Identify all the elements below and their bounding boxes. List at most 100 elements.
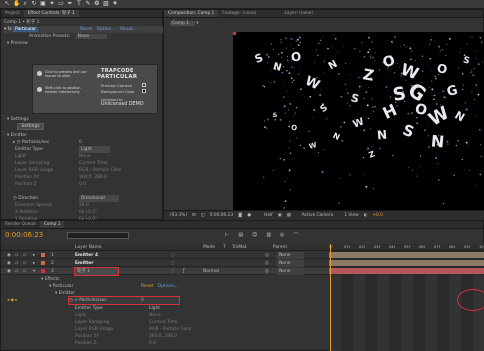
- layer-1-duration-bar[interactable]: [329, 252, 484, 258]
- grid-icon[interactable]: ⊞: [192, 213, 196, 218]
- zoom-tool-icon[interactable]: ⌕: [22, 1, 28, 7]
- layer-name[interactable]: Emitter: [75, 260, 93, 267]
- mask-tool-icon[interactable]: ▭: [58, 1, 64, 7]
- solo-switch-icon[interactable]: ◌: [171, 252, 175, 259]
- puppet-tool-icon[interactable]: ✷: [112, 1, 118, 7]
- visibility-eye-icon[interactable]: ◉: [7, 268, 11, 275]
- layer-label-color[interactable]: [41, 253, 45, 257]
- comp-breadcrumb[interactable]: Comp 1 ▾: [170, 20, 199, 27]
- pan-behind-tool-icon[interactable]: ✦: [49, 1, 55, 7]
- selection-tool-icon[interactable]: ↖: [4, 1, 10, 7]
- col-trkmat[interactable]: TrkMat: [232, 244, 247, 251]
- layer-label-color[interactable]: [41, 269, 45, 273]
- layer-parent-dropdown[interactable]: None: [277, 252, 305, 259]
- tab-comp-1[interactable]: Comp 1: [39, 221, 65, 228]
- audio-icon[interactable]: ▫: [15, 260, 18, 267]
- magnification-dropdown[interactable]: (93.3%): [170, 213, 187, 218]
- chevron-down-icon[interactable]: ▾: [196, 21, 198, 26]
- comp-1-crumb[interactable]: Comp 1: [170, 21, 196, 26]
- lock-icon[interactable]: ▫: [23, 252, 26, 259]
- emitter-section[interactable]: ▾ Emitter: [7, 132, 27, 139]
- fx-switch-icon[interactable]: ƒ: [183, 268, 185, 275]
- lock-icon[interactable]: ▫: [23, 268, 26, 275]
- type-tool-icon[interactable]: T: [76, 1, 82, 7]
- animation-presets-dropdown[interactable]: None: [75, 34, 108, 39]
- camera-tool-icon[interactable]: ▣: [40, 1, 46, 7]
- lock-icon[interactable]: ▫: [23, 260, 26, 267]
- exposure-icon[interactable]: ◐: [364, 213, 368, 218]
- view-layout-dropdown[interactable]: 1 View: [344, 213, 358, 218]
- preview-camera-checkbox[interactable]: [142, 83, 146, 87]
- emitter-type-dropdown[interactable]: Light: [79, 146, 110, 153]
- audio-icon[interactable]: ▫: [15, 252, 18, 259]
- effect-options-link[interactable]: Option...: [97, 27, 116, 32]
- motion-blur-icon[interactable]: ◎: [280, 232, 284, 239]
- layer-2-duration-bar[interactable]: [329, 260, 484, 266]
- hand-tool-icon[interactable]: ✋: [13, 1, 20, 7]
- composition-flowchart-icon[interactable]: ⊢: [225, 232, 229, 239]
- exposure-value[interactable]: +0.0: [372, 213, 382, 218]
- graph-editor-icon[interactable]: ⌒: [293, 232, 298, 239]
- preview-section-label[interactable]: ▾ Preview: [7, 40, 28, 47]
- time-ruler[interactable]: 0f01f02f03f04f05f06f07f08f09f10f: [329, 244, 484, 251]
- layer-name[interactable]: Emitter 4: [75, 252, 98, 259]
- keyframe-navigator[interactable]: ◂ ◆ ▸: [7, 297, 18, 304]
- effect-about-link[interactable]: About...: [120, 27, 137, 32]
- emitter-property-row[interactable]: Emitter Type Light: [75, 305, 195, 312]
- layer-search-input[interactable]: [67, 232, 129, 239]
- col-mode[interactable]: Mode: [203, 244, 215, 251]
- eraser-tool-icon[interactable]: ▨: [103, 1, 109, 7]
- effect-header[interactable]: ▾ fx Particular Reset Option... About...: [4, 26, 164, 33]
- solo-switch-icon[interactable]: ◌: [171, 260, 175, 267]
- track-area[interactable]: [329, 251, 484, 351]
- pen-tool-icon[interactable]: ✒: [67, 1, 73, 7]
- viewer-timecode[interactable]: 0:00:06:23: [210, 213, 233, 218]
- particular-options-link[interactable]: Options...: [158, 284, 179, 289]
- emitter-type-row[interactable]: Emitter Type Light: [15, 146, 163, 153]
- brush-tool-icon[interactable]: ✎: [85, 1, 91, 7]
- visibility-eye-icon[interactable]: ◉: [7, 252, 11, 259]
- col-layer-name[interactable]: Layer Name: [75, 244, 102, 251]
- composition-canvas[interactable]: SNOWNZOWSGHONSWSWOGNSNWOSNZS: [233, 32, 484, 215]
- tab-composition[interactable]: Composition: Comp 1: [164, 10, 219, 17]
- channel-icon[interactable]: ●: [247, 213, 251, 218]
- particles-sec-row[interactable]: ▸ ◷ Particles/sec 0: [13, 139, 163, 146]
- parent-pickwhip-icon[interactable]: ◎: [265, 268, 269, 275]
- direction-dropdown[interactable]: Directional: [79, 195, 119, 202]
- particular-reset-link[interactable]: Reset: [141, 284, 153, 289]
- effects-group-label[interactable]: ▾ Effects: [41, 276, 60, 283]
- effect-reset-link[interactable]: Reset: [80, 27, 92, 32]
- solo-switch-icon[interactable]: ◌: [171, 268, 175, 275]
- tab-render-queue[interactable]: Render Queue: [1, 221, 40, 228]
- particular-effect-label[interactable]: ▾ Particular: [49, 283, 73, 290]
- tab-effect-controls[interactable]: Effect Controls: 轮子 1: [23, 10, 79, 17]
- col-t[interactable]: T: [223, 244, 226, 251]
- timeline-timecode[interactable]: 0:00:06:23: [5, 231, 43, 240]
- tab-layer[interactable]: Layer: (none): [280, 10, 317, 17]
- parent-pickwhip-icon[interactable]: ◎: [265, 252, 269, 259]
- layer-name[interactable]: 轮子 1: [74, 267, 119, 276]
- transparency-icon[interactable]: ▦: [287, 213, 291, 218]
- direction-row[interactable]: ◷ Direction Directional: [13, 195, 163, 202]
- frame-blending-icon[interactable]: ▥: [266, 232, 271, 239]
- background-color-swatch[interactable]: [142, 89, 146, 93]
- layer-3-duration-bar[interactable]: [329, 268, 484, 274]
- particles-sec-property-row[interactable]: ◷ ∞ Particles/sec 0: [68, 296, 180, 305]
- visibility-eye-icon[interactable]: ◉: [7, 260, 11, 267]
- stamp-tool-icon[interactable]: ❂: [94, 1, 100, 7]
- particular-preview-box[interactable]: Click to preview and use mouse to orbit …: [32, 64, 158, 114]
- property-value[interactable]: Light: [149, 305, 160, 312]
- col-parent[interactable]: Parent: [273, 244, 287, 251]
- layer-parent-dropdown[interactable]: None: [277, 260, 305, 267]
- mask-icon[interactable]: ◫: [201, 213, 205, 218]
- expand-triangle-icon[interactable]: ▸: [33, 252, 35, 259]
- resolution-dropdown[interactable]: Half: [264, 213, 273, 218]
- particles-sec-value[interactable]: 0: [79, 139, 82, 146]
- draft-3d-icon[interactable]: ▤: [238, 232, 243, 239]
- audio-icon[interactable]: ▫: [15, 268, 18, 275]
- shy-icon[interactable]: ☺: [252, 232, 257, 239]
- particles-sec-value[interactable]: 0: [141, 297, 144, 304]
- settings-section[interactable]: ▾ Settings: [7, 116, 29, 123]
- layer-mode[interactable]: Normal: [203, 268, 219, 275]
- region-icon[interactable]: ▣: [278, 213, 282, 218]
